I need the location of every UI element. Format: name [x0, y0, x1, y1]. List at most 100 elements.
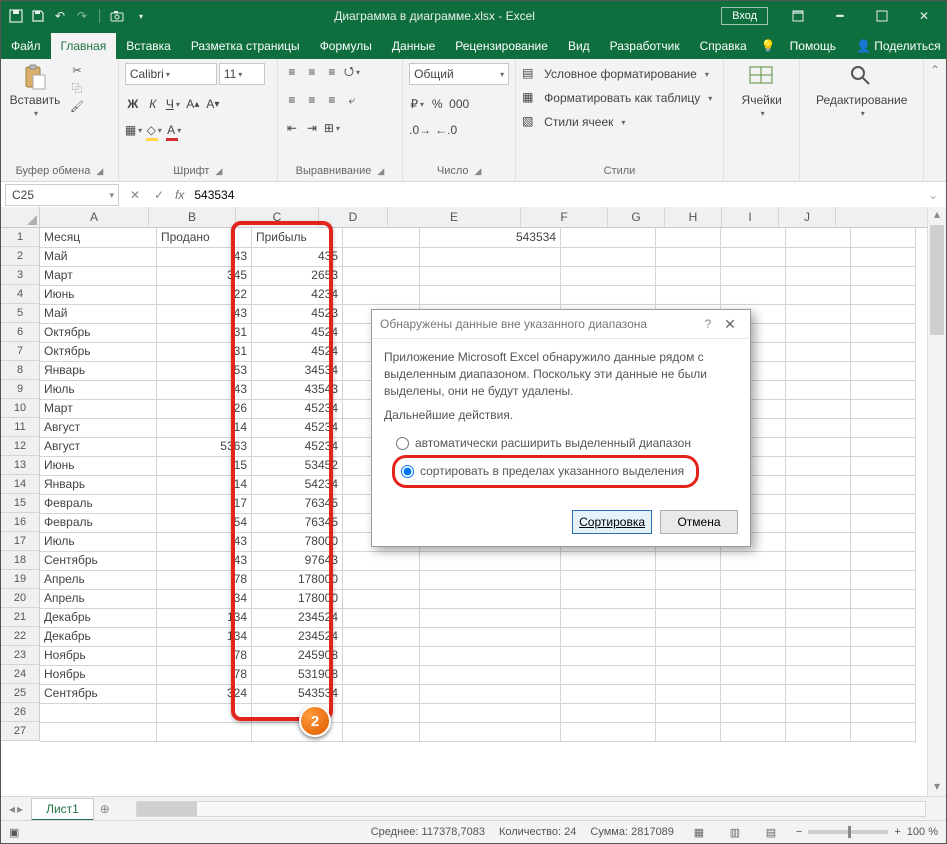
dialog-help-icon[interactable]: ?	[698, 317, 718, 331]
radio-expand[interactable]: автоматически расширить выделенный диапа…	[392, 432, 738, 455]
cell[interactable]	[851, 646, 916, 666]
cell[interactable]: 43	[157, 247, 252, 267]
cell[interactable]: Октябрь	[40, 342, 157, 362]
row-header[interactable]: 21	[1, 608, 40, 627]
enter-formula-icon[interactable]: ✓	[147, 188, 171, 202]
cell[interactable]: 31	[157, 342, 252, 362]
cell[interactable]	[343, 703, 420, 723]
tab-разметка страницы[interactable]: Разметка страницы	[181, 33, 310, 59]
comma-icon[interactable]: 000	[449, 95, 469, 113]
cell[interactable]: Июль	[40, 532, 157, 552]
cell[interactable]: Март	[40, 266, 157, 286]
cell[interactable]: Продано	[157, 228, 252, 248]
sheet-tab[interactable]: Лист1	[31, 798, 94, 821]
cell[interactable]	[420, 551, 561, 571]
cell[interactable]: 2653	[252, 266, 343, 286]
cell[interactable]	[786, 304, 851, 324]
cell[interactable]	[851, 532, 916, 552]
cell[interactable]	[786, 494, 851, 514]
cell[interactable]: Июль	[40, 380, 157, 400]
row-header[interactable]: 10	[1, 399, 40, 418]
cell[interactable]: 78	[157, 665, 252, 685]
cell[interactable]	[420, 703, 561, 723]
cell[interactable]	[343, 266, 420, 286]
cell[interactable]: Ноябрь	[40, 646, 157, 666]
cell[interactable]: Февраль	[40, 513, 157, 533]
currency-icon[interactable]: ₽▾	[409, 95, 425, 113]
column-header[interactable]: F	[521, 207, 608, 227]
row-header[interactable]: 20	[1, 589, 40, 608]
row-header[interactable]: 15	[1, 494, 40, 513]
cell[interactable]	[721, 228, 786, 248]
cell[interactable]	[656, 228, 721, 248]
row-header[interactable]: 18	[1, 551, 40, 570]
cancel-button[interactable]: Отмена	[660, 510, 738, 534]
row-header[interactable]: 14	[1, 475, 40, 494]
cell[interactable]	[721, 266, 786, 286]
cell[interactable]	[157, 722, 252, 742]
cell[interactable]	[561, 684, 656, 704]
align-top-icon[interactable]: ≡	[284, 63, 300, 81]
cell[interactable]	[786, 532, 851, 552]
cell[interactable]	[851, 380, 916, 400]
cell[interactable]: Август	[40, 418, 157, 438]
underline-button[interactable]: Ч▾	[165, 95, 181, 113]
sort-button[interactable]: Сортировка	[572, 510, 652, 534]
cell[interactable]	[343, 551, 420, 571]
cell[interactable]: 5363	[157, 437, 252, 457]
align-right-icon[interactable]: ≡	[324, 91, 340, 109]
row-header[interactable]: 2	[1, 247, 40, 266]
cell[interactable]	[851, 323, 916, 343]
cell[interactable]	[656, 608, 721, 628]
dialog-close-icon[interactable]: ✕	[718, 316, 742, 333]
cell-styles-button[interactable]: ▧Стили ячеек▾	[522, 111, 625, 133]
column-header[interactable]: D	[319, 207, 388, 227]
cell[interactable]: 45234	[252, 437, 343, 457]
cell[interactable]	[851, 684, 916, 704]
share-button[interactable]: 👤 Поделиться	[846, 33, 947, 59]
paste-button[interactable]: Вставить ▾	[7, 63, 63, 118]
column-header[interactable]: J	[779, 207, 836, 227]
cell[interactable]	[561, 703, 656, 723]
row-header[interactable]: 19	[1, 570, 40, 589]
format-painter-icon[interactable]: 🖌	[69, 99, 85, 113]
column-headers[interactable]: ABCDEFGHIJ	[40, 207, 927, 228]
cell[interactable]: 54234	[252, 475, 343, 495]
cell[interactable]: 543534	[252, 684, 343, 704]
cell[interactable]	[851, 456, 916, 476]
cell[interactable]: 43	[157, 551, 252, 571]
cell[interactable]	[721, 627, 786, 647]
cell[interactable]: Ноябрь	[40, 665, 157, 685]
view-normal-icon[interactable]: ▦	[688, 826, 710, 839]
horizontal-scrollbar[interactable]	[136, 801, 926, 817]
cell[interactable]: 134	[157, 627, 252, 647]
cell[interactable]	[851, 342, 916, 362]
cell[interactable]: Январь	[40, 475, 157, 495]
cell[interactable]: 134	[157, 608, 252, 628]
cell[interactable]	[721, 684, 786, 704]
cell[interactable]	[561, 551, 656, 571]
cell[interactable]	[420, 247, 561, 267]
cell[interactable]	[851, 247, 916, 267]
cell[interactable]	[343, 665, 420, 685]
cell[interactable]: 43	[157, 380, 252, 400]
cell[interactable]	[786, 437, 851, 457]
login-button[interactable]: Вход	[721, 7, 768, 25]
row-header[interactable]: 4	[1, 285, 40, 304]
cell[interactable]	[656, 551, 721, 571]
cell[interactable]	[561, 285, 656, 305]
column-header[interactable]: A	[40, 207, 149, 227]
cancel-formula-icon[interactable]: ✕	[123, 188, 147, 202]
cell[interactable]	[561, 228, 656, 248]
camera-icon[interactable]	[110, 9, 124, 23]
view-page-layout-icon[interactable]: ▥	[724, 826, 746, 839]
cell[interactable]	[721, 665, 786, 685]
cell[interactable]: 53452	[252, 456, 343, 476]
row-header[interactable]: 11	[1, 418, 40, 437]
row-header[interactable]: 17	[1, 532, 40, 551]
merge-center-icon[interactable]: ⊞▾	[324, 119, 340, 137]
zoom-level[interactable]: 100 %	[907, 826, 938, 838]
cell[interactable]	[721, 551, 786, 571]
cell[interactable]	[786, 646, 851, 666]
increase-indent-icon[interactable]: ⇥	[304, 119, 320, 137]
